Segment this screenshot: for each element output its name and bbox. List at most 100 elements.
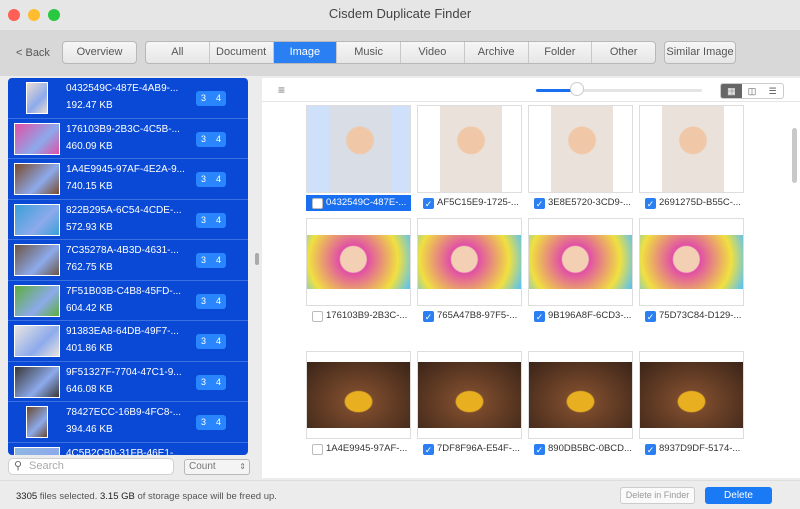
select-checkbox[interactable]: ✓ <box>534 444 545 455</box>
image-tile[interactable]: ✓ 890DB5BC-0BCD... <box>528 351 633 471</box>
image-file-name: 9B196A8F-6CD3-... <box>548 310 632 321</box>
image-thumbnail <box>639 105 744 193</box>
group-count-badge: 34 <box>196 212 226 228</box>
select-checkbox[interactable]: ✓ <box>645 198 656 209</box>
image-file-name: AF5C15E9-1725-... <box>437 197 519 208</box>
list-view-icon[interactable]: ☰ <box>762 84 783 98</box>
split-handle[interactable] <box>255 253 259 265</box>
image-file-name: 2691275D-B55C-... <box>659 197 741 208</box>
group-list-item[interactable]: 91383EA8-64DB-49F7-... 401.86 KB 3 4 <box>8 321 248 362</box>
overview-button[interactable]: Overview <box>62 41 137 64</box>
image-file-name: 890DB5BC-0BCD... <box>548 443 632 454</box>
image-file-name: 3E8E5720-3CD9-... <box>548 197 631 208</box>
image-tile[interactable]: ✓ AF5C15E9-1725-... <box>417 105 522 225</box>
image-file-name: 7DF8F96A-E54F-... <box>437 443 520 454</box>
group-file-size: 646.08 KB <box>66 383 113 395</box>
scrollbar[interactable] <box>792 128 797 183</box>
tab-music[interactable]: Music <box>337 42 401 63</box>
slider-knob[interactable] <box>570 82 584 96</box>
group-file-name: 9F51327F-7704-47C1-9... <box>66 366 182 378</box>
zoom-button[interactable] <box>48 9 60 21</box>
tab-other[interactable]: Other <box>592 42 655 63</box>
tab-folder[interactable]: Folder <box>529 42 593 63</box>
select-checkbox[interactable]: ✓ <box>423 444 434 455</box>
group-list-item[interactable]: 7C35278A-4B3D-4631-... 762.75 KB 3 4 <box>8 240 248 281</box>
group-count-badge: 34 <box>196 374 226 390</box>
image-thumbnail <box>528 218 633 306</box>
group-list-item[interactable]: 0432549C-487E-4AB9-... 192.47 KB 3 4 <box>8 78 248 119</box>
image-tile[interactable]: ✓ 3E8E5720-3CD9-... <box>528 105 633 225</box>
image-file-name: 8937D9DF-5174-... <box>659 443 741 454</box>
group-count-badge: 34 <box>196 334 226 349</box>
title-bar: Cisdem Duplicate Finder <box>0 0 800 30</box>
grid-view-icon[interactable]: ▦ <box>721 84 742 98</box>
delete-in-finder-button[interactable]: Delete in Finder <box>620 487 695 504</box>
tab-document[interactable]: Document <box>210 42 274 63</box>
select-checkbox[interactable]: ✓ <box>645 444 656 455</box>
delete-button[interactable]: Delete <box>705 487 772 504</box>
preview-panel: ≡ ▦ ◫ ☰ 0432549C-487E-... ✓ AF5C15E9-1725… <box>262 78 800 478</box>
image-tile[interactable]: 1A4E9945-97AF-... <box>306 351 411 471</box>
select-checkbox[interactable]: ✓ <box>423 311 434 322</box>
select-checkbox[interactable] <box>312 444 323 455</box>
image-tile[interactable]: ✓ 9B196A8F-6CD3-... <box>528 218 633 338</box>
image-thumbnail <box>306 218 411 306</box>
image-file-name: 1A4E9945-97AF-... <box>326 443 408 454</box>
group-list-item[interactable]: 7F51B03B-C4B8-45FD-... 604.42 KB 3 4 <box>8 281 248 321</box>
group-file-name: 78427ECC-16B9-4FC8-... <box>66 407 182 418</box>
image-tile[interactable]: ✓ 75D73C84-D129-... <box>639 218 744 338</box>
image-tile[interactable]: 0432549C-487E-... <box>306 105 411 225</box>
group-file-name: 91383EA8-64DB-49F7-... <box>66 326 179 337</box>
tab-archive[interactable]: Archive <box>465 42 529 63</box>
filmstrip-view-icon[interactable]: ◫ <box>742 84 763 98</box>
preview-toolbar: ≡ ▦ ◫ ☰ <box>262 78 800 102</box>
image-thumbnail <box>639 218 744 306</box>
thumbnail-size-slider[interactable] <box>536 89 702 92</box>
image-tile[interactable]: 176103B9-2B3C-... <box>306 218 411 338</box>
stepper-icon: ⇕ <box>239 462 246 471</box>
image-tile[interactable]: ✓ 8937D9DF-5174-... <box>639 351 744 471</box>
window-controls <box>8 9 60 21</box>
minimize-button[interactable] <box>28 9 40 21</box>
image-thumbnail <box>639 351 744 439</box>
tab-all[interactable]: All <box>146 42 210 63</box>
search-input[interactable]: ⚲ Search <box>8 458 174 475</box>
group-file-size: 394.46 KB <box>66 424 113 435</box>
group-list-item[interactable]: 1A4E9945-97AF-4E2A-9... 740.15 KB 3 4 <box>8 159 248 200</box>
group-count-badge: 34 <box>196 253 226 268</box>
select-checkbox[interactable]: ✓ <box>423 198 434 209</box>
select-checkbox[interactable]: ✓ <box>534 198 545 209</box>
back-button[interactable]: < Back <box>16 47 50 59</box>
image-tile[interactable]: ✓ 7DF8F96A-E54F-... <box>417 351 522 471</box>
group-count-badge: 34 <box>196 131 226 147</box>
select-checkbox[interactable]: ✓ <box>534 311 545 322</box>
group-file-size: 762.75 KB <box>66 262 113 273</box>
select-checkbox[interactable] <box>312 311 323 322</box>
image-thumbnail <box>306 105 411 193</box>
group-file-size: 604.42 KB <box>66 302 113 314</box>
close-button[interactable] <box>8 9 20 21</box>
group-file-name: 176103B9-2B3C-4C5B-... <box>66 123 180 135</box>
sort-select[interactable]: Count ⇕ <box>184 459 250 475</box>
image-file-name: 176103B9-2B3C-... <box>326 310 408 321</box>
image-tile[interactable]: ✓ 2691275D-B55C-... <box>639 105 744 225</box>
group-file-size: 460.09 KB <box>66 140 113 152</box>
group-thumbnail <box>26 82 48 114</box>
group-list-item[interactable]: 4C5B2CB0-31FB-46E1-... <box>8 443 248 455</box>
group-list-item[interactable]: 9F51327F-7704-47C1-9... 646.08 KB 3 4 <box>8 362 248 402</box>
group-thumbnail <box>26 406 48 438</box>
group-count-badge: 34 <box>196 415 226 430</box>
group-list-item[interactable]: 78427ECC-16B9-4FC8-... 394.46 KB 3 4 <box>8 402 248 443</box>
image-thumbnail <box>417 105 522 193</box>
tab-video[interactable]: Video <box>401 42 465 63</box>
similar-image-button[interactable]: Similar Image <box>664 41 736 64</box>
group-file-name: 1A4E9945-97AF-4E2A-9... <box>66 164 185 175</box>
tab-image[interactable]: Image <box>273 42 338 63</box>
list-options-icon[interactable]: ≡ <box>278 83 285 97</box>
select-checkbox[interactable] <box>312 198 323 209</box>
group-list-item[interactable]: 822B295A-6C54-4CDE-... 572.93 KB 3 4 <box>8 200 248 240</box>
image-tile[interactable]: ✓ 765A47B8-97F5-... <box>417 218 522 338</box>
group-list-item[interactable]: 176103B9-2B3C-4C5B-... 460.09 KB 3 4 <box>8 119 248 159</box>
group-file-size: 192.47 KB <box>66 100 113 111</box>
select-checkbox[interactable]: ✓ <box>645 311 656 322</box>
